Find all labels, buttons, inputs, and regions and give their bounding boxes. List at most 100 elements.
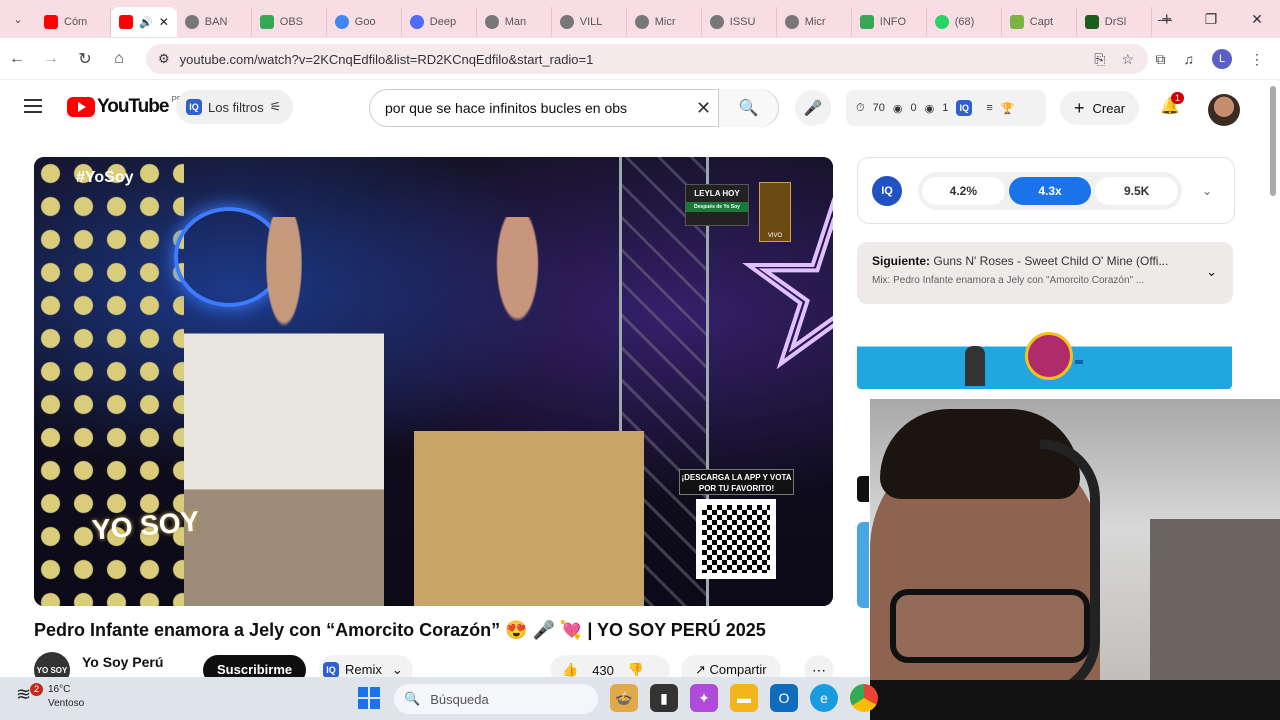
close-tab-icon[interactable]: ✕ (159, 15, 169, 29)
tab-9[interactable]: Micr (627, 7, 702, 37)
file-explorer-icon[interactable]: ▬ (730, 684, 758, 712)
extensions-icon[interactable]: ⧉ (1156, 51, 1166, 68)
hamburger-menu-icon[interactable] (24, 99, 42, 117)
plus-icon: + (1074, 97, 1085, 118)
youtube-logo[interactable]: YouTube PE (67, 95, 182, 118)
minimize-icon[interactable]: — (1142, 11, 1188, 27)
webcam-overlay (870, 399, 1280, 720)
youtube-play-icon (67, 97, 95, 117)
drive-icon (859, 15, 874, 29)
user-avatar[interactable] (1208, 94, 1240, 126)
iq-stats-bar: ⏱ 70 ◉ 0 ◉ 1 IQ ≡ 🏆 (846, 90, 1046, 126)
youtube-favicon-icon (119, 15, 133, 29)
tab-1[interactable]: Cóm (36, 7, 111, 37)
metric-pill-selected[interactable]: 4.3x (1008, 176, 1092, 205)
video-player[interactable]: ☆ #YoSoy YO SOY LEYLA HOY Después de Yo S… (34, 157, 833, 606)
eye-icon: ◉ (892, 102, 903, 115)
ad-banner[interactable] (857, 328, 1232, 389)
tab-11[interactable]: Micr (777, 7, 852, 37)
tab-8[interactable]: VILL (552, 7, 627, 37)
notification-badge: 1 (1171, 92, 1185, 104)
windows-start-icon[interactable] (358, 687, 380, 709)
tab-3[interactable]: BAN (177, 7, 252, 37)
search-input[interactable] (385, 100, 685, 116)
microphone-icon: 🎤 (803, 100, 823, 117)
taskbar-search[interactable]: 🔍 Búsqueda (394, 684, 598, 714)
whatsapp-icon (934, 15, 949, 29)
share-icon: ↗ (695, 662, 710, 677)
sliders-icon: ⚟ (269, 99, 282, 114)
home-icon[interactable]: ⌂ (102, 50, 136, 68)
clear-search-icon[interactable]: ✕ (696, 98, 711, 119)
tab-10[interactable]: ISSU (702, 7, 777, 37)
voice-search-button[interactable]: 🎤 (795, 90, 831, 126)
capture-icon (1009, 15, 1024, 29)
tab-active-youtube[interactable]: 🔊 ✕ (111, 7, 177, 37)
metric-pill[interactable]: 9.5K (1095, 176, 1179, 205)
site-info-icon[interactable]: ⚙ (158, 51, 170, 67)
performer-man (184, 217, 384, 606)
chevron-down-icon[interactable]: ⌄ (1202, 184, 1212, 198)
globe-icon (184, 15, 199, 29)
trophy-icon[interactable]: 🏆 (1001, 102, 1015, 115)
headset (1040, 439, 1100, 699)
profile-avatar[interactable]: L (1212, 49, 1232, 69)
chrome-icon[interactable] (850, 684, 878, 712)
bookmark-star-icon[interactable]: ☆ (1121, 51, 1134, 68)
reload-icon[interactable]: ↻ (68, 49, 102, 69)
edge-icon[interactable]: e (810, 684, 838, 712)
search-icon: 🔍 (404, 691, 421, 706)
promo-card: LEYLA HOY Después de Yo Soy (685, 184, 749, 226)
create-button[interactable]: + Crear (1060, 91, 1140, 125)
ad-badge-image (1025, 332, 1073, 380)
copilot-icon[interactable]: ✦ (690, 684, 718, 712)
partial-card-edge (857, 476, 869, 502)
weather-widget[interactable]: ≋ 2 16°C Ventoso (16, 683, 84, 711)
task-view-icon[interactable]: ▮ (650, 684, 678, 712)
notifications-button[interactable]: 🔔 1 (1160, 92, 1185, 116)
list-icon[interactable]: ≡ (986, 102, 992, 114)
back-arrow-icon[interactable]: ← (0, 50, 34, 68)
windows-taskbar: ≋ 2 16°C Ventoso 🔍 Búsqueda 🍲 ▮ ✦ ▬ O e (0, 677, 878, 720)
dislike-icon[interactable]: 👎 (628, 662, 644, 678)
widget-food-icon[interactable]: 🍲 (610, 684, 638, 712)
tab-12[interactable]: INFO (852, 7, 927, 37)
forward-arrow-icon[interactable]: → (34, 50, 68, 68)
pinned-apps: 🍲 ▮ ✦ ▬ O e (610, 684, 878, 712)
tab-5[interactable]: Goo (327, 7, 402, 37)
chevron-down-icon[interactable]: ⌄ (1206, 264, 1217, 280)
video-hashtag: #YoSoy (76, 169, 134, 186)
tab-6[interactable]: Deep (402, 7, 477, 37)
tab-15[interactable]: DrSl (1077, 7, 1152, 37)
outlook-icon[interactable]: O (770, 684, 798, 712)
youtube-favicon-icon (44, 15, 58, 29)
tab-14[interactable]: Capt (1002, 7, 1077, 37)
omnibox[interactable]: ⚙ youtube.com/watch?v=2KCnqEdfilo&list=R… (146, 44, 1148, 74)
tab-4[interactable]: OBS (252, 7, 327, 37)
page-scrollbar[interactable] (1270, 86, 1276, 196)
filters-button[interactable]: IQ Los filtros ⚟ (176, 90, 294, 124)
channel-name[interactable]: Yo Soy Perú (82, 654, 163, 670)
restore-icon[interactable]: ❐ (1188, 11, 1234, 28)
media-controls-icon[interactable]: ♫ (1184, 51, 1195, 67)
iq-metrics-panel: IQ 4.2% 4.3x 9.5K ⌄ (857, 157, 1235, 224)
tab-13[interactable]: (68) (927, 7, 1002, 37)
eye-icon: ◉ (924, 102, 935, 115)
globe-icon (709, 15, 724, 29)
iq-extension-icon[interactable]: IQ (956, 100, 973, 116)
search-button[interactable]: 🔍 (718, 89, 778, 127)
tab-7[interactable]: Man (477, 7, 552, 37)
performer-woman (414, 217, 644, 606)
metric-pill[interactable]: 4.2% (922, 176, 1005, 205)
close-window-icon[interactable]: ✕ (1234, 11, 1280, 28)
like-icon[interactable]: 👍 (562, 662, 578, 678)
url-text[interactable]: youtube.com/watch?v=2KCnqEdfilo&list=RD2… (180, 52, 594, 67)
install-app-icon[interactable]: ⎘ (1094, 51, 1105, 68)
chrome-menu-icon[interactable]: ⋮ (1250, 51, 1264, 68)
drslide-icon (1084, 15, 1099, 29)
tab-search-menu[interactable]: ⌄ (0, 0, 36, 38)
audio-playing-icon[interactable]: 🔊 (139, 16, 153, 29)
up-next-card[interactable]: Siguiente: Guns N' Roses - Sweet Child O… (857, 242, 1233, 304)
like-count[interactable]: 430 (592, 663, 614, 678)
gemini-icon (334, 15, 349, 29)
